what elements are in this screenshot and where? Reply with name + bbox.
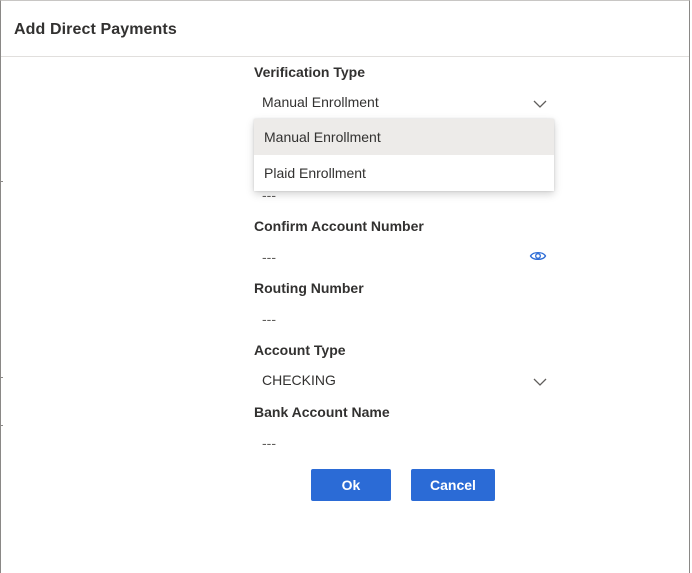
dropdown-option-plaid-enrollment[interactable]: Plaid Enrollment: [254, 155, 554, 191]
dialog-title: Add Direct Payments: [14, 21, 177, 38]
add-direct-payments-dialog: Add Direct Payments Verification Type Ma…: [0, 0, 690, 573]
border-tick: [1, 377, 3, 378]
account-type-label: Account Type: [254, 342, 346, 358]
border-tick: [1, 181, 3, 182]
cancel-button[interactable]: Cancel: [411, 469, 495, 501]
chevron-down-icon: [533, 100, 547, 108]
routing-number-field[interactable]: ---: [262, 311, 276, 327]
chevron-down-icon: [533, 378, 547, 386]
account-type-value: CHECKING: [262, 372, 336, 388]
verification-type-dropdown-menu: Manual Enrollment Plaid Enrollment: [254, 119, 554, 191]
account-type-dropdown[interactable]: CHECKING: [254, 367, 554, 395]
dialog-header: Add Direct Payments: [1, 1, 689, 57]
confirm-account-number-field[interactable]: ---: [262, 249, 276, 265]
verification-type-dropdown[interactable]: Manual Enrollment: [254, 89, 554, 117]
border-tick: [1, 425, 3, 426]
dropdown-option-manual-enrollment[interactable]: Manual Enrollment: [254, 119, 554, 155]
bank-account-name-label: Bank Account Name: [254, 404, 390, 420]
routing-number-label: Routing Number: [254, 280, 364, 296]
bank-account-name-field[interactable]: ---: [262, 435, 276, 451]
confirm-account-number-label: Confirm Account Number: [254, 218, 424, 234]
verification-type-value: Manual Enrollment: [262, 94, 379, 110]
ok-button[interactable]: Ok: [311, 469, 391, 501]
eye-icon[interactable]: [529, 249, 547, 263]
verification-type-label: Verification Type: [254, 64, 365, 80]
